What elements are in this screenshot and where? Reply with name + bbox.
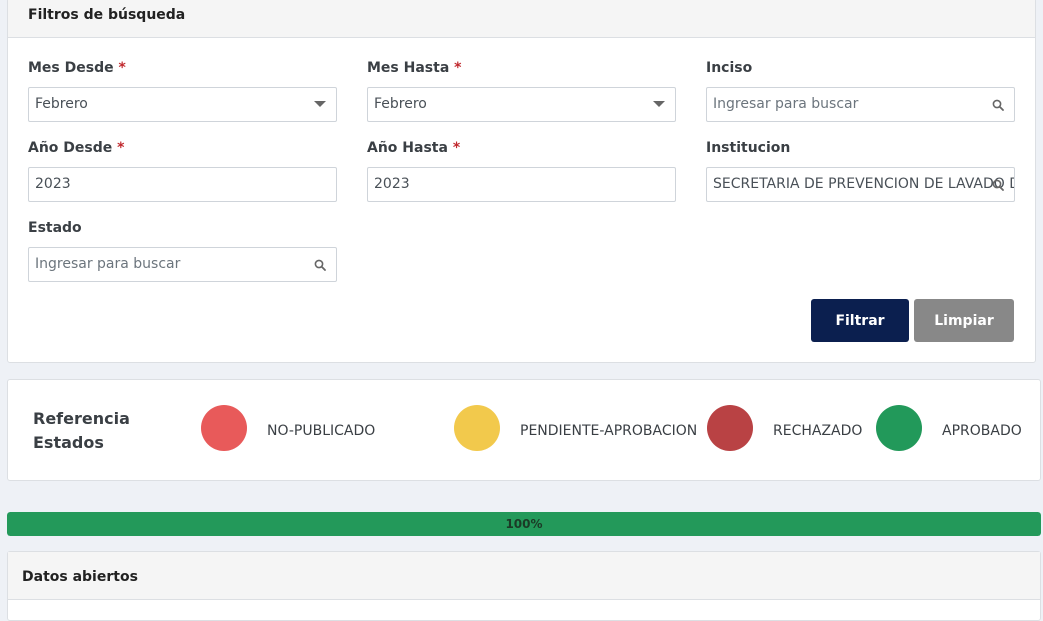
anio-hasta-value: 2023 <box>374 176 410 192</box>
mes-desde-label-text: Mes Desde <box>28 60 114 76</box>
institucion-input[interactable]: SECRETARIA DE PREVENCION DE LAVADO DE <box>706 167 1015 202</box>
anio-desde-value: 2023 <box>35 176 71 192</box>
anio-hasta-input[interactable]: 2023 <box>367 167 676 202</box>
mes-hasta-select[interactable]: Febrero <box>367 87 676 122</box>
anio-desde-label: Año Desde * <box>28 140 124 156</box>
progress-bar: 100% <box>7 512 1041 536</box>
mes-hasta-label: Mes Hasta * <box>367 60 461 76</box>
chevron-down-icon <box>653 101 665 107</box>
status-label-no-publicado: NO-PUBLICADO <box>267 423 376 439</box>
filtrar-button[interactable]: Filtrar <box>811 299 909 342</box>
mes-desde-value: Febrero <box>35 96 88 112</box>
progress-label: 100% <box>505 517 543 531</box>
filter-panel-header: Filtros de búsqueda <box>8 0 1035 38</box>
status-dot-aprobado <box>876 405 922 451</box>
chevron-down-icon <box>314 101 326 107</box>
anio-hasta-label-text: Año Hasta <box>367 140 448 156</box>
required-mark: * <box>117 140 125 156</box>
required-mark: * <box>452 140 461 156</box>
status-label-rechazado: RECHAZADO <box>773 423 863 439</box>
estado-placeholder: Ingresar para buscar <box>35 256 181 272</box>
filter-panel: Filtros de búsqueda Mes Desde * Febrero … <box>7 0 1036 363</box>
status-label-pendiente-aprobacion: PENDIENTE-APROBACION <box>520 423 698 439</box>
inciso-input[interactable]: Ingresar para buscar <box>706 87 1015 122</box>
status-dot-pendiente-aprobacion <box>454 405 500 451</box>
datos-abiertos-panel: Datos abiertos <box>7 551 1041 621</box>
estado-input[interactable]: Ingresar para buscar <box>28 247 337 282</box>
mes-desde-select[interactable]: Febrero <box>28 87 337 122</box>
required-mark: * <box>118 60 126 76</box>
required-mark: * <box>454 60 462 76</box>
anio-hasta-label: Año Hasta * <box>367 140 460 156</box>
limpiar-button[interactable]: Limpiar <box>914 299 1014 342</box>
mes-desde-label: Mes Desde * <box>28 60 126 76</box>
institucion-value: SECRETARIA DE PREVENCION DE LAVADO DE <box>713 176 1015 192</box>
inciso-label: Inciso <box>706 60 753 76</box>
status-dot-no-publicado <box>201 405 247 451</box>
estado-reference-panel: Referencia Estados NO-PUBLICADO PENDIENT… <box>7 379 1041 481</box>
mes-hasta-value: Febrero <box>374 96 427 112</box>
status-dot-rechazado <box>707 405 753 451</box>
search-icon <box>992 99 1004 111</box>
reference-title: Referencia Estados <box>33 409 130 452</box>
institucion-label: Institucion <box>706 140 791 156</box>
estado-label: Estado <box>28 220 82 236</box>
anio-desde-label-text: Año Desde <box>28 140 113 156</box>
search-icon <box>992 179 1004 191</box>
search-icon <box>314 259 326 271</box>
progress-fill: 100% <box>7 512 1041 536</box>
mes-hasta-label-text: Mes Hasta <box>367 60 450 76</box>
status-label-aprobado: APROBADO <box>942 423 1022 439</box>
inciso-placeholder: Ingresar para buscar <box>713 96 859 112</box>
anio-desde-input[interactable]: 2023 <box>28 167 337 202</box>
datos-abiertos-header: Datos abiertos <box>8 552 1040 600</box>
